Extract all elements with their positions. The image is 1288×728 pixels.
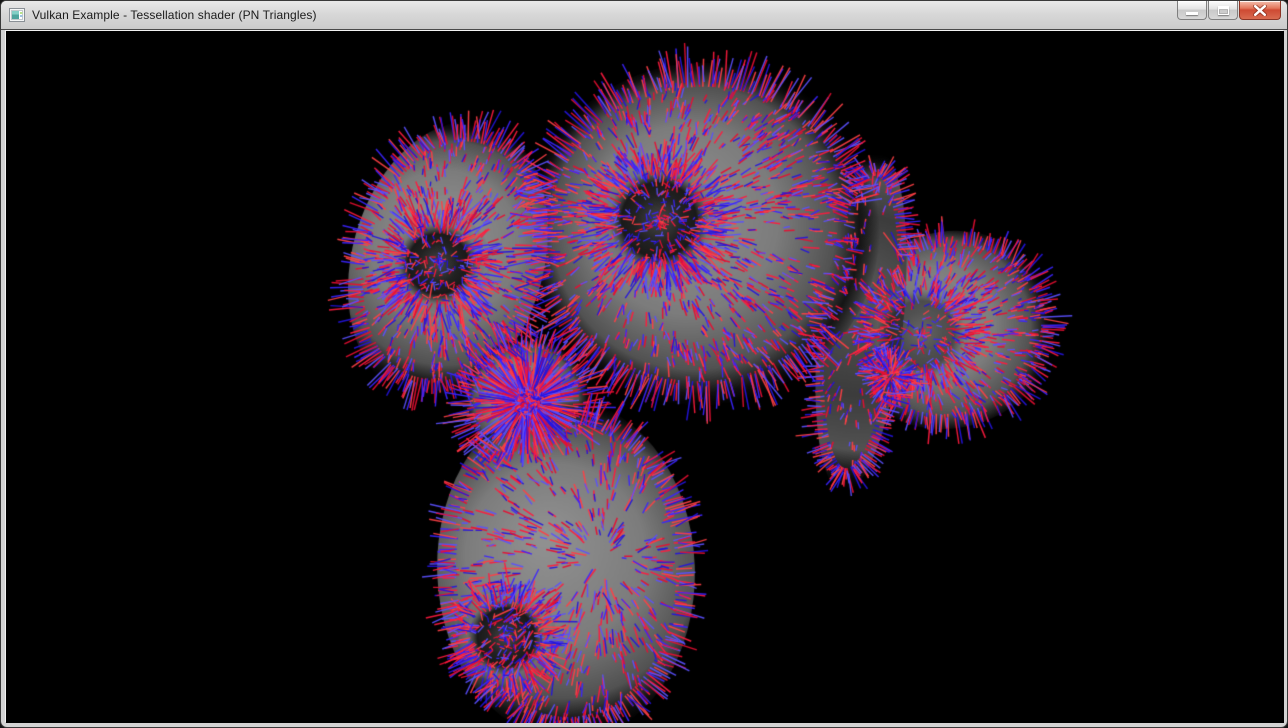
window-controls xyxy=(1176,1,1281,20)
close-icon xyxy=(1253,5,1267,16)
minimize-button[interactable] xyxy=(1177,1,1207,20)
titlebar[interactable]: Vulkan Example - Tessellation shader (PN… xyxy=(1,1,1287,30)
render-canvas[interactable] xyxy=(6,31,1284,723)
maximize-button[interactable] xyxy=(1208,1,1238,20)
maximize-icon xyxy=(1218,6,1229,15)
close-button[interactable] xyxy=(1239,1,1281,20)
app-icon[interactable] xyxy=(9,7,25,23)
minimize-icon xyxy=(1186,12,1198,15)
app-window: Vulkan Example - Tessellation shader (PN… xyxy=(0,0,1288,728)
window-title: Vulkan Example - Tessellation shader (PN… xyxy=(32,8,317,22)
render-viewport[interactable] xyxy=(6,31,1282,721)
